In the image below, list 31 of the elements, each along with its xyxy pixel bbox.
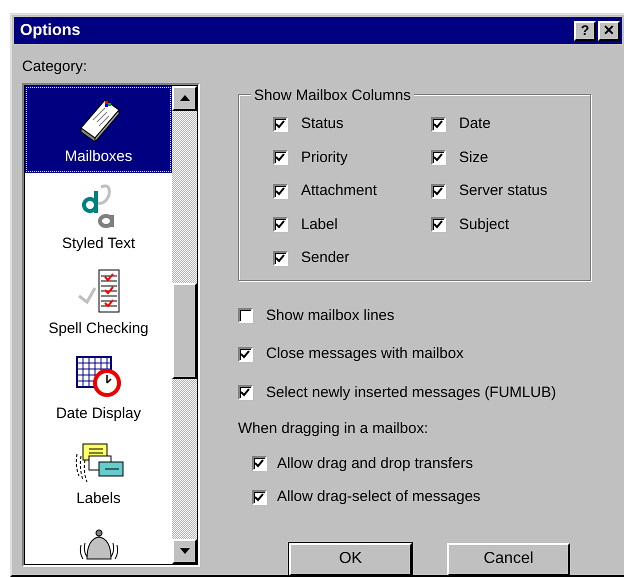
category-label: Category: — [22, 57, 88, 77]
ok-button[interactable]: OK — [289, 542, 412, 575]
checkbox-label: Allow drag and drop transfers — [277, 454, 473, 474]
category-item[interactable]: Date Display — [25, 346, 172, 434]
category-item-label: Date Display — [56, 404, 142, 424]
category-item[interactable]: Labels — [25, 434, 172, 520]
checkbox-label: Status — [301, 114, 344, 134]
checkbox-label: Date — [459, 114, 491, 134]
checkbox-label: Allow drag-select of messages — [277, 487, 480, 507]
category-item[interactable]: Mailboxes — [25, 86, 172, 172]
category-item[interactable]: Styled Text — [25, 172, 172, 260]
category-item-label: Spell Checking — [48, 318, 149, 338]
close-button[interactable]: ✕ — [598, 20, 620, 40]
checkbox-label: Priority — [301, 148, 348, 168]
cancel-button[interactable]: Cancel — [447, 542, 570, 575]
checkbox-label: Label — [301, 214, 338, 234]
checkbox-label: Select newly inserted messages (FUMLUB) — [266, 382, 556, 402]
category-item-label: Styled Text — [62, 234, 136, 254]
checkbox-label: Subject — [459, 214, 510, 234]
checkbox-label: Sender — [301, 248, 350, 268]
drag-label: When dragging in a mailbox: — [238, 419, 430, 439]
checkbox-label: Show mailbox lines — [266, 306, 394, 326]
checkbox-label: Attachment — [301, 181, 377, 201]
checkbox-label: Server status — [459, 181, 548, 201]
help-button[interactable]: ? — [574, 20, 596, 40]
category-item[interactable]: Spell Checking — [25, 260, 172, 346]
checkbox-label: Size — [459, 148, 488, 168]
category-item-label: Labels — [76, 488, 121, 508]
checkbox-label: Close messages with mailbox — [266, 344, 464, 364]
window-title: Options — [20, 20, 80, 40]
category-item-label: Mailboxes — [64, 146, 132, 166]
